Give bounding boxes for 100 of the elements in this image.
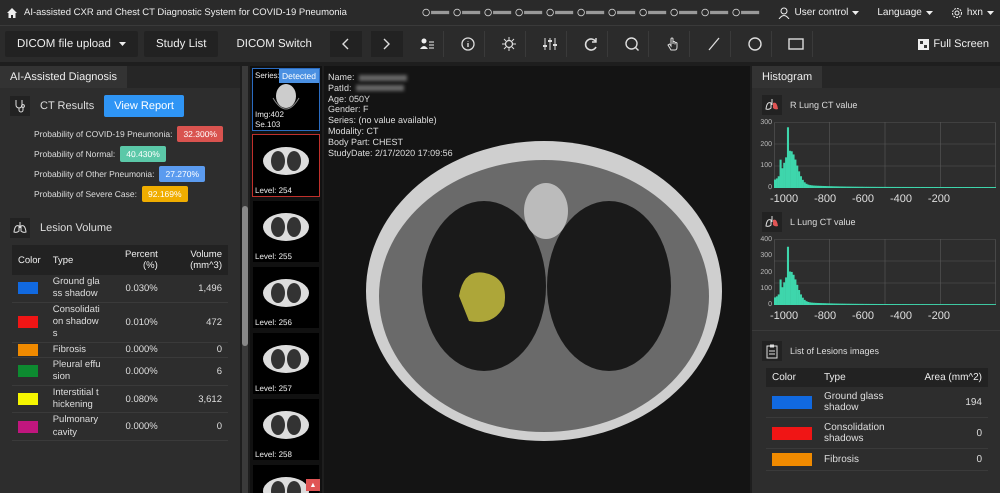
section-title: List of Lesions images [790,346,880,356]
partner-logo [732,8,760,17]
probability-label: Probability of Other Pneumonia: [34,169,154,179]
probability-label: Probability of Normal: [34,149,116,159]
menu-dropdown[interactable]: Language [877,7,933,18]
table-cell: 0.000% [108,412,164,441]
axis-tick-label: -800 [814,193,836,205]
slice-thumbnail[interactable]: Level: 254 [252,134,320,197]
menu-dropdown[interactable]: User control [778,6,860,18]
table-cell: Pulmonary cavity [46,412,109,441]
panel-tab[interactable]: Histogram [752,66,822,88]
scrollbar[interactable] [242,66,248,493]
metadata-field: Gender: F [328,104,369,114]
column-header: Type [46,245,109,275]
menu-dropdown[interactable]: hxn [950,6,994,18]
table-cell: Ground glass shadow [818,387,919,418]
thumbnail-image [263,411,309,439]
circle-icon [747,36,764,52]
slice-label: Level: 258 [255,450,292,459]
table-cell: Interstitial thickening [46,385,109,413]
table-cell: 0.030% [108,275,164,302]
section-title: Lesion Volume [40,222,112,234]
lungs-icon [762,95,782,115]
axis-tick-label: -400 [890,193,912,205]
table-cell: 1,496 [164,275,228,302]
probability-label: Probability of COVID-19 Pneumonia: [34,129,172,139]
stethoscope-icon [10,96,30,116]
probability-value: 27.270% [159,166,206,182]
info-icon [460,36,476,52]
table-cell: 0.010% [108,302,164,342]
histogram-title: L Lung CT value [790,217,856,227]
axis-tick-label: -600 [852,310,874,322]
full-screen-icon [918,38,930,50]
metadata-field: Modality: CT [328,126,379,136]
home-icon[interactable] [6,6,18,18]
table-cell: Ground glass shadow [46,275,109,302]
app-title: AI-assisted CXR and Chest CT Diagnostic System for COVID-19 Pneumonia [24,7,347,18]
lungs-icon [10,218,30,238]
table-cell: Pleural effusion [46,358,109,386]
series-label: Series: [255,71,280,80]
column-header: Type [818,368,919,387]
axis-tick-label: -400 [890,310,912,322]
table-cell: Fibrosis [818,448,919,470]
partner-logo [515,8,544,17]
chevron-right-icon [383,38,390,50]
slice-thumbnail[interactable]: Level: 258 [252,398,320,461]
caret-icon [926,10,933,14]
table-cell: 194 [918,387,988,418]
column-header: Area (mm^2) [918,368,988,387]
rectangle-icon [788,36,804,52]
partner-logo [608,8,636,17]
partner-logo [422,8,450,17]
table-cell: Consolidation shadows [46,302,109,342]
partner-logo [546,8,574,17]
clipboard-icon [762,341,782,361]
axis-tick-label: -600 [852,193,874,205]
table-cell: 0.080% [108,385,164,413]
caret-icon [987,10,994,14]
table-cell: 3,612 [164,385,228,413]
partner-logo [670,8,698,17]
panel-tab[interactable]: AI-Assisted Diagnosis [0,66,127,88]
probability-value: 40.430% [120,146,166,162]
sliders-icon [542,36,558,52]
dicom-switch-button[interactable]: DICOM Switch [224,31,324,57]
full-screen-button[interactable]: Full Screen [912,37,995,51]
image-count: Img:402 [255,110,284,119]
detected-badge: Detected [278,69,319,83]
probability-value: 92.169% [142,186,188,202]
axis-tick-label: -200 [928,310,950,322]
lungs-icon [762,212,782,232]
thumbnail-image [263,147,309,175]
sun-icon [501,36,518,52]
table-cell: 0.000% [108,342,164,358]
chevron-left-icon [342,38,350,50]
upload-dropdown[interactable]: DICOM file upload [5,31,138,57]
metadata-label: PatId: [328,82,352,93]
study-list-button[interactable]: Study List [144,31,218,57]
slice-thumbnail[interactable]: Level: 256 [252,266,320,329]
slice-thumbnail[interactable]: Level: 255 [252,200,320,263]
thumbnail-image [263,213,309,241]
axis-tick-label: -200 [928,193,950,205]
table-cell: 0.000% [108,358,164,386]
series-thumbnail[interactable]: Series: Detected Img:402 Se.103 [252,68,320,131]
slice-label: Level: 254 [255,186,292,195]
partner-logo [484,8,512,17]
line-icon [706,36,722,52]
chevron-left-button[interactable] [330,31,362,57]
table-cell: Fibrosis [46,342,109,358]
metadata-field: Age: 050Y [328,94,370,104]
chevron-right-button[interactable] [370,31,403,57]
partner-logo [701,8,730,17]
table-cell: 0 [918,448,988,470]
person-list-icon [419,36,436,52]
table-cell: 6 [164,358,228,386]
search-icon [624,36,640,52]
table-cell: 0 [918,418,988,448]
slice-thumbnail[interactable]: Level: 257 [252,332,320,395]
metadata-field: Body Part: CHEST [328,136,404,147]
slice-label: Level: 257 [255,384,292,393]
table-cell: Consolidation shadows [818,418,919,448]
